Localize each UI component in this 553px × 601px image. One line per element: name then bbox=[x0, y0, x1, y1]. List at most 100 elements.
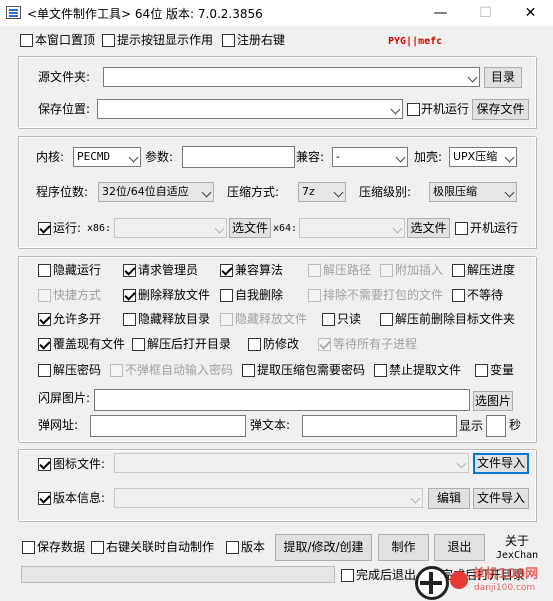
bits-combo[interactable]: 32位/64位自适应 bbox=[98, 182, 214, 202]
variable-checkbox[interactable] bbox=[475, 364, 488, 377]
seconds-input[interactable] bbox=[486, 415, 506, 437]
shell-combo[interactable]: UPX压缩 bbox=[449, 147, 517, 167]
chevron-down-icon bbox=[504, 187, 515, 198]
level-combo[interactable]: 极限压缩 bbox=[429, 182, 517, 202]
tooltip-checkbox[interactable] bbox=[102, 34, 115, 47]
x64-combo[interactable] bbox=[299, 218, 405, 238]
compat-label: 兼容: bbox=[296, 150, 325, 164]
hide-release-file-checkbox[interactable] bbox=[220, 313, 233, 326]
stay-on-top-checkbox[interactable] bbox=[20, 34, 33, 47]
watermark-subtext: danji100.com bbox=[474, 583, 536, 593]
exit-after-checkbox[interactable] bbox=[341, 569, 354, 582]
title-bar: <单文件制作工具> 64位 版本: 7.0.2.3856 — ☐ ✕ bbox=[0, 0, 553, 26]
chevron-down-icon bbox=[214, 223, 225, 234]
extract-progress-checkbox[interactable] bbox=[452, 264, 465, 277]
shortcut-checkbox[interactable] bbox=[38, 289, 51, 302]
hide-run-checkbox[interactable] bbox=[38, 264, 51, 277]
forbid-extract-label: 禁止提取文件 bbox=[389, 363, 462, 377]
import-version-button[interactable]: 文件导入 bbox=[473, 488, 529, 509]
run-checkbox[interactable] bbox=[38, 222, 51, 235]
wait-children-label: 等待所有子进程 bbox=[333, 337, 418, 351]
save-location-combo[interactable] bbox=[97, 99, 403, 119]
choose-x86-button[interactable]: 选文件 bbox=[229, 218, 271, 238]
shortcut-label: 快捷方式 bbox=[53, 288, 102, 302]
version-info-combo[interactable] bbox=[114, 488, 423, 508]
compress-combo[interactable]: 7z bbox=[298, 182, 346, 202]
popup-url-input[interactable] bbox=[90, 415, 246, 437]
icon-file-combo[interactable] bbox=[114, 453, 469, 473]
startup-label: 开机运行 bbox=[421, 102, 470, 116]
edit-version-button[interactable]: 编辑 bbox=[428, 488, 470, 509]
credit-text: PYG||mefc bbox=[388, 36, 443, 47]
register-menu-label: 注册右键 bbox=[237, 33, 286, 47]
browse-folder-button[interactable]: 目录 bbox=[484, 67, 522, 88]
run-label: 运行: bbox=[53, 221, 82, 235]
exclude-files-checkbox[interactable] bbox=[308, 289, 321, 302]
anti-modify-checkbox[interactable] bbox=[248, 338, 261, 351]
wait-children-checkbox[interactable] bbox=[318, 338, 331, 351]
read-only-checkbox[interactable] bbox=[322, 313, 335, 326]
extract-path-checkbox[interactable] bbox=[308, 264, 321, 277]
tooltip-label: 提示按钮显示作用 bbox=[117, 33, 214, 47]
app-icon bbox=[6, 6, 21, 19]
allow-multi-label: 允许多开 bbox=[53, 312, 102, 326]
extract-password-checkbox[interactable] bbox=[38, 364, 51, 377]
args-input[interactable] bbox=[182, 146, 295, 168]
compat-algo-checkbox[interactable] bbox=[220, 264, 233, 277]
open-dir-after-checkbox[interactable] bbox=[132, 338, 145, 351]
close-button[interactable]: ✕ bbox=[508, 0, 553, 26]
chevron-down-icon bbox=[392, 223, 403, 234]
no-wait-checkbox[interactable] bbox=[452, 289, 465, 302]
extract-modify-create-button[interactable]: 提取/修改/创建 bbox=[275, 534, 372, 561]
open-dir-after-label: 解压后打开目录 bbox=[147, 337, 232, 351]
save-file-button[interactable]: 保存文件 bbox=[472, 99, 529, 120]
delete-target-checkbox[interactable] bbox=[380, 313, 393, 326]
level-label: 压缩级别: bbox=[359, 185, 412, 199]
exclude-files-label: 排除不需要打包的文件 bbox=[323, 288, 444, 302]
overwrite-checkbox[interactable] bbox=[38, 338, 51, 351]
delete-released-checkbox[interactable] bbox=[123, 289, 136, 302]
chevron-down-icon bbox=[333, 187, 344, 198]
auto-password-checkbox[interactable] bbox=[110, 364, 123, 377]
chevron-down-icon bbox=[395, 152, 406, 163]
startup2-checkbox[interactable] bbox=[455, 222, 468, 235]
allow-multi-checkbox[interactable] bbox=[38, 313, 51, 326]
save-data-checkbox[interactable] bbox=[22, 541, 35, 554]
minimize-button[interactable]: — bbox=[418, 0, 463, 26]
attach-insert-checkbox[interactable] bbox=[380, 264, 393, 277]
forbid-extract-checkbox[interactable] bbox=[374, 364, 387, 377]
quit-button[interactable]: 退出 bbox=[434, 534, 485, 561]
need-password-checkbox[interactable] bbox=[242, 364, 255, 377]
kernel-combo[interactable]: PECMD bbox=[73, 147, 141, 167]
import-icon-button[interactable]: 文件导入 bbox=[473, 453, 529, 474]
chevron-down-icon bbox=[390, 104, 401, 115]
chevron-down-icon bbox=[410, 493, 421, 504]
auto-password-label: 不弹框自动输入密码 bbox=[125, 363, 234, 377]
request-admin-checkbox[interactable] bbox=[123, 264, 136, 277]
exit-after-label: 完成后退出 bbox=[356, 568, 417, 582]
source-folder-combo[interactable] bbox=[103, 67, 480, 87]
hide-release-dir-label: 隐藏释放目录 bbox=[138, 312, 211, 326]
choose-x64-button[interactable]: 选文件 bbox=[407, 218, 450, 238]
splash-image-input[interactable] bbox=[94, 389, 470, 411]
hide-release-dir-checkbox[interactable] bbox=[123, 313, 136, 326]
chevron-down-icon bbox=[467, 72, 478, 83]
startup-checkbox[interactable] bbox=[407, 103, 420, 116]
version-checkbox[interactable] bbox=[226, 541, 239, 554]
x64-label: x64: bbox=[273, 223, 298, 234]
choose-image-button[interactable]: 选图片 bbox=[473, 391, 513, 411]
popup-text-input[interactable] bbox=[302, 415, 457, 437]
register-menu-checkbox[interactable] bbox=[222, 34, 235, 47]
icon-file-checkbox[interactable] bbox=[38, 458, 51, 471]
right-click-auto-checkbox[interactable] bbox=[91, 541, 104, 554]
about-link[interactable]: 关于 bbox=[505, 534, 529, 549]
make-button[interactable]: 制作 bbox=[378, 534, 429, 561]
self-delete-checkbox[interactable] bbox=[220, 289, 233, 302]
source-folder-label: 源文件夹: bbox=[38, 70, 91, 84]
x86-combo[interactable] bbox=[114, 218, 227, 238]
watermark: 单机100网 danji100.com bbox=[412, 562, 553, 601]
version-info-checkbox[interactable] bbox=[38, 492, 51, 505]
maximize-button[interactable]: ☐ bbox=[463, 0, 508, 26]
shell-label: 加壳: bbox=[414, 150, 443, 164]
compat-combo[interactable]: - bbox=[332, 147, 408, 167]
